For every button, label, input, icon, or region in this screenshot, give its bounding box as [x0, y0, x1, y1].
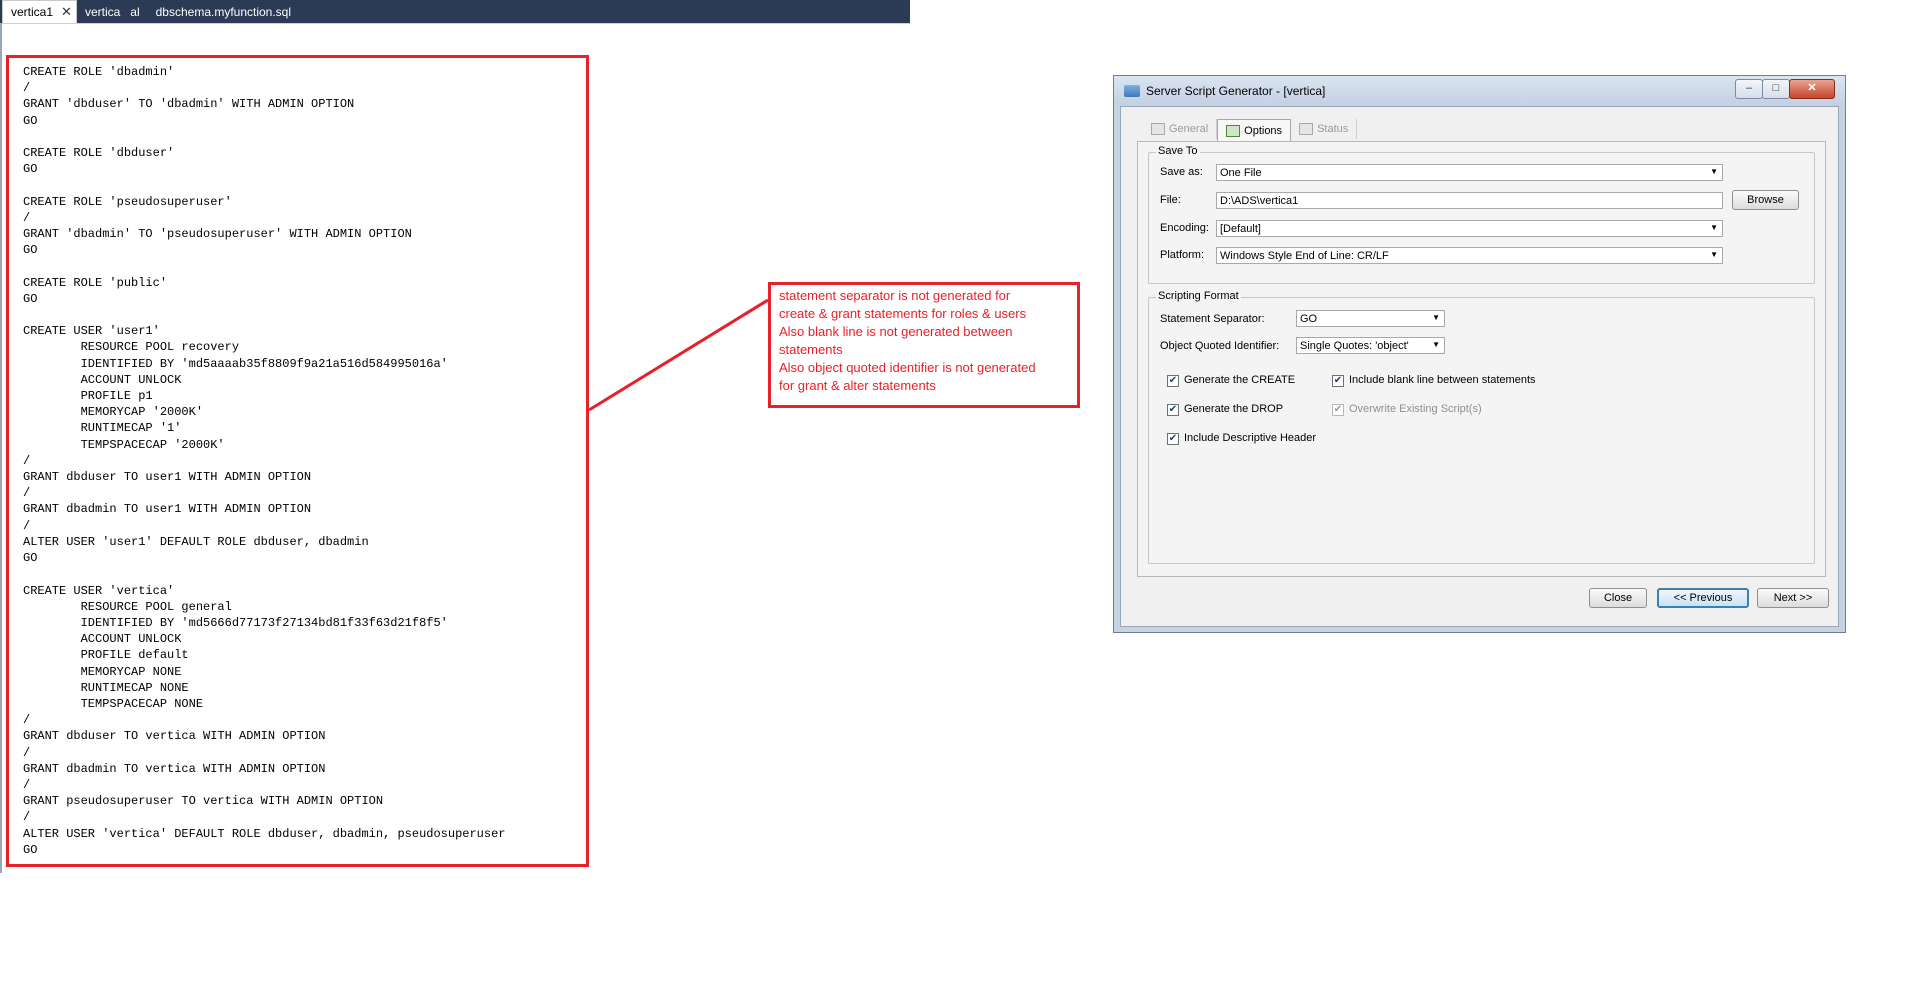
- file-path-value: D:\ADS\vertica1: [1220, 195, 1299, 207]
- chevron-down-icon: ▼: [1710, 223, 1718, 232]
- quoted-identifier-value: Single Quotes: 'object': [1300, 340, 1409, 352]
- statement-separator-value: GO: [1300, 313, 1318, 325]
- platform-label: Platform:: [1160, 249, 1205, 261]
- tab-label: Options: [1244, 124, 1283, 137]
- annotation-line: Also object quoted identifier is not gen…: [779, 360, 1036, 375]
- dialog-tabs: General Options Status: [1143, 119, 1358, 141]
- platform-dropdown[interactable]: Windows Style End of Line: CR/LF ▼: [1216, 247, 1723, 264]
- chevron-down-icon: ▼: [1432, 340, 1440, 349]
- app-icon: [1124, 85, 1140, 97]
- previous-button[interactable]: << Previous: [1657, 588, 1749, 608]
- generate-drop-label: Generate the DROP: [1184, 403, 1284, 415]
- options-panel: Save To Save as: One File ▼ File: D:\ADS…: [1137, 141, 1826, 577]
- browse-button[interactable]: Browse: [1732, 190, 1799, 210]
- save-as-dropdown[interactable]: One File ▼: [1216, 164, 1723, 181]
- dialog-title-bar[interactable]: Server Script Generator - [vertica] ‒ □ …: [1114, 76, 1845, 106]
- annotation-line: Also blank line is not generated between: [779, 324, 1013, 339]
- save-to-group-label: Save To: [1156, 145, 1200, 157]
- tab-options[interactable]: Options: [1217, 119, 1292, 141]
- chevron-down-icon: ▼: [1432, 313, 1440, 322]
- overwrite-label: Overwrite Existing Script(s): [1349, 403, 1482, 415]
- status-tab-icon: [1299, 123, 1314, 135]
- server-script-generator-dialog: Server Script Generator - [vertica] ‒ □ …: [1113, 75, 1846, 633]
- minimize-button[interactable]: ‒: [1735, 79, 1763, 99]
- annotation-note: statement separator is not generated for…: [768, 282, 1080, 408]
- blank-line-checkbox[interactable]: ✔: [1332, 375, 1344, 387]
- chevron-down-icon: ▼: [1710, 250, 1718, 259]
- encoding-dropdown[interactable]: [Default] ▼: [1216, 220, 1723, 237]
- file-label: File:: [1160, 194, 1181, 206]
- tab-general[interactable]: General: [1143, 119, 1218, 139]
- window-close-button[interactable]: ✕: [1789, 79, 1835, 99]
- annotation-line: statement separator is not generated for: [779, 288, 1011, 303]
- annotation-line: create & grant statements for roles & us…: [779, 306, 1027, 321]
- encoding-label: Encoding:: [1160, 222, 1209, 234]
- descriptive-header-label: Include Descriptive Header: [1184, 432, 1317, 444]
- blank-line-label: Include blank line between statements: [1349, 374, 1536, 386]
- quoted-identifier-label: Object Quoted Identifier:: [1160, 340, 1280, 352]
- annotation-line: for grant & alter statements: [779, 378, 936, 393]
- tab-status[interactable]: Status: [1291, 119, 1358, 139]
- file-path-input[interactable]: D:\ADS\vertica1: [1216, 192, 1723, 209]
- dialog-body: General Options Status Save To Save as: …: [1120, 106, 1839, 627]
- overwrite-checkbox: ✔: [1332, 404, 1344, 416]
- tab-label: Status: [1317, 123, 1349, 135]
- maximize-button[interactable]: □: [1762, 79, 1790, 99]
- tab-label: General: [1169, 123, 1209, 135]
- dialog-title: Server Script Generator - [vertica]: [1146, 84, 1326, 98]
- platform-value: Windows Style End of Line: CR/LF: [1220, 250, 1389, 262]
- next-button[interactable]: Next >>: [1757, 588, 1829, 608]
- chevron-down-icon: ▼: [1710, 167, 1718, 176]
- generate-drop-checkbox[interactable]: ✔: [1167, 404, 1179, 416]
- callout-line: [588, 298, 769, 412]
- encoding-value: [Default]: [1220, 223, 1261, 235]
- scripting-format-group: Scripting Format Statement Separator: GO…: [1148, 290, 1815, 564]
- save-as-value: One File: [1220, 167, 1262, 179]
- quoted-identifier-dropdown[interactable]: Single Quotes: 'object' ▼: [1296, 337, 1445, 354]
- options-tab-icon: [1226, 124, 1241, 137]
- descriptive-header-checkbox[interactable]: ✔: [1167, 433, 1179, 445]
- annotation-line: statements: [779, 342, 843, 357]
- scripting-format-group-label: Scripting Format: [1156, 290, 1241, 302]
- generate-create-checkbox[interactable]: ✔: [1167, 375, 1179, 387]
- statement-separator-label: Statement Separator:: [1160, 313, 1265, 325]
- statement-separator-dropdown[interactable]: GO ▼: [1296, 310, 1445, 327]
- general-tab-icon: [1151, 123, 1165, 135]
- generate-create-label: Generate the CREATE: [1184, 374, 1296, 386]
- save-to-group: Save To Save as: One File ▼ File: D:\ADS…: [1148, 145, 1815, 284]
- save-as-label: Save as:: [1160, 166, 1203, 178]
- close-button[interactable]: Close: [1589, 588, 1647, 608]
